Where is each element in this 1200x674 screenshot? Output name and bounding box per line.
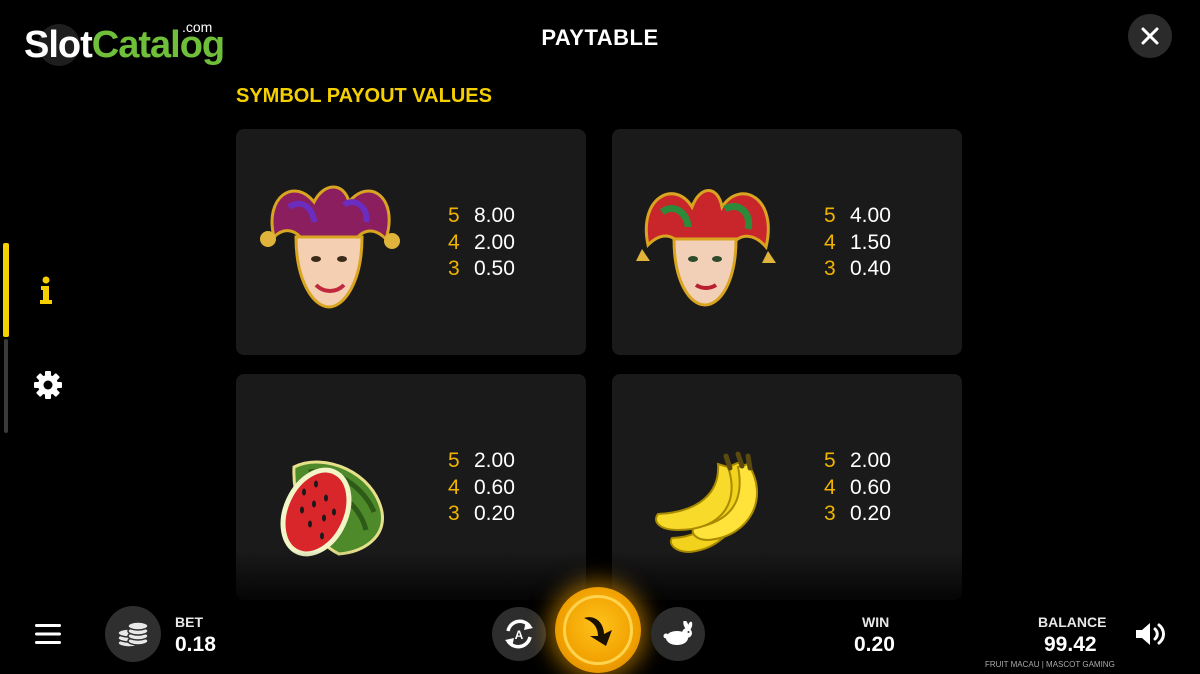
payout-count: 5 [448, 204, 460, 227]
payout-count: 4 [448, 230, 460, 254]
section-title: SYMBOL PAYOUT VALUES [236, 85, 492, 107]
sound-icon[interactable] [1134, 620, 1168, 648]
game-credit: FRUIT MACAU | MASCOT GAMING [985, 660, 1115, 669]
spin-arrow-icon [584, 617, 612, 646]
balance-value: 99.42 [1044, 633, 1097, 656]
payout-value: 8.00 [474, 204, 515, 227]
svg-text:A: A [515, 628, 524, 642]
payout-row: 5 8.00 [448, 203, 515, 230]
payout-count: 4 [448, 475, 460, 499]
balance-label: BALANCE [1038, 614, 1107, 630]
symbol-card: 5 4.00 4 1.50 3 0.40 [612, 129, 962, 355]
close-button[interactable] [1128, 14, 1172, 58]
side-nav-rail [3, 243, 11, 433]
payout-list: 5 8.00 4 2.00 3 0.50 [448, 203, 515, 283]
jester-purple-icon [260, 185, 400, 309]
payout-row: 3 0.20 [448, 501, 515, 528]
payout-row: 5 2.00 [824, 448, 891, 475]
payout-value: 0.60 [850, 475, 891, 499]
payout-count: 3 [824, 257, 836, 280]
payout-row: 3 0.40 [824, 256, 891, 283]
bet-value: 0.18 [175, 633, 216, 656]
payout-list: 5 2.00 4 0.60 3 0.20 [824, 448, 891, 528]
payout-value: 0.50 [474, 257, 515, 280]
side-nav-inactive-indicator [4, 339, 8, 433]
jester-red-green-icon [636, 189, 776, 307]
coins-icon [117, 621, 149, 648]
payout-row: 4 1.50 [824, 230, 891, 257]
payout-list: 5 2.00 4 0.60 3 0.20 [448, 448, 515, 528]
payout-value: 0.20 [850, 502, 891, 525]
close-icon [1141, 27, 1159, 45]
page-title: PAYTABLE [541, 25, 659, 50]
payout-count: 4 [824, 475, 836, 499]
payout-count: 3 [824, 502, 836, 525]
turbo-button[interactable] [651, 607, 705, 661]
payout-count: 5 [824, 449, 836, 472]
watermelon-icon [280, 460, 384, 557]
payout-count: 5 [824, 204, 836, 227]
payout-row: 3 0.20 [824, 501, 891, 528]
payout-value: 2.00 [474, 230, 515, 254]
payout-value: 0.20 [474, 502, 515, 525]
payout-value: 0.40 [850, 257, 891, 280]
bet-label: BET [175, 614, 203, 630]
win-label: WIN [862, 614, 890, 630]
payout-value: 2.00 [474, 449, 515, 472]
bet-button[interactable] [105, 606, 161, 662]
gear-icon[interactable] [33, 370, 63, 400]
payout-list: 5 4.00 4 1.50 3 0.40 [824, 203, 891, 283]
menu-icon[interactable] [34, 622, 62, 646]
rabbit-icon [663, 621, 693, 645]
payout-row: 5 2.00 [448, 448, 515, 475]
payout-value: 1.50 [850, 230, 891, 254]
payout-row: 5 4.00 [824, 203, 891, 230]
payout-count: 3 [448, 257, 460, 280]
symbol-card: 5 8.00 4 2.00 3 0.50 [236, 129, 586, 355]
autoplay-button[interactable]: A [492, 607, 546, 661]
win-value: 0.20 [854, 633, 895, 656]
side-nav-active-indicator [3, 243, 9, 337]
payout-value: 0.60 [474, 475, 515, 499]
payout-value: 2.00 [850, 449, 891, 472]
banana-icon [655, 451, 758, 554]
spin-button-ring [563, 595, 633, 665]
payout-row: 4 0.60 [824, 475, 891, 502]
autoplay-icon: A [505, 619, 533, 649]
payout-row: 4 2.00 [448, 230, 515, 257]
payout-count: 5 [448, 449, 460, 472]
payout-count: 4 [824, 230, 836, 254]
payout-row: 3 0.50 [448, 256, 515, 283]
spin-button[interactable] [555, 587, 641, 673]
payout-count: 3 [448, 502, 460, 525]
info-icon[interactable] [34, 274, 58, 306]
payout-value: 4.00 [850, 204, 891, 227]
payout-row: 4 0.60 [448, 475, 515, 502]
